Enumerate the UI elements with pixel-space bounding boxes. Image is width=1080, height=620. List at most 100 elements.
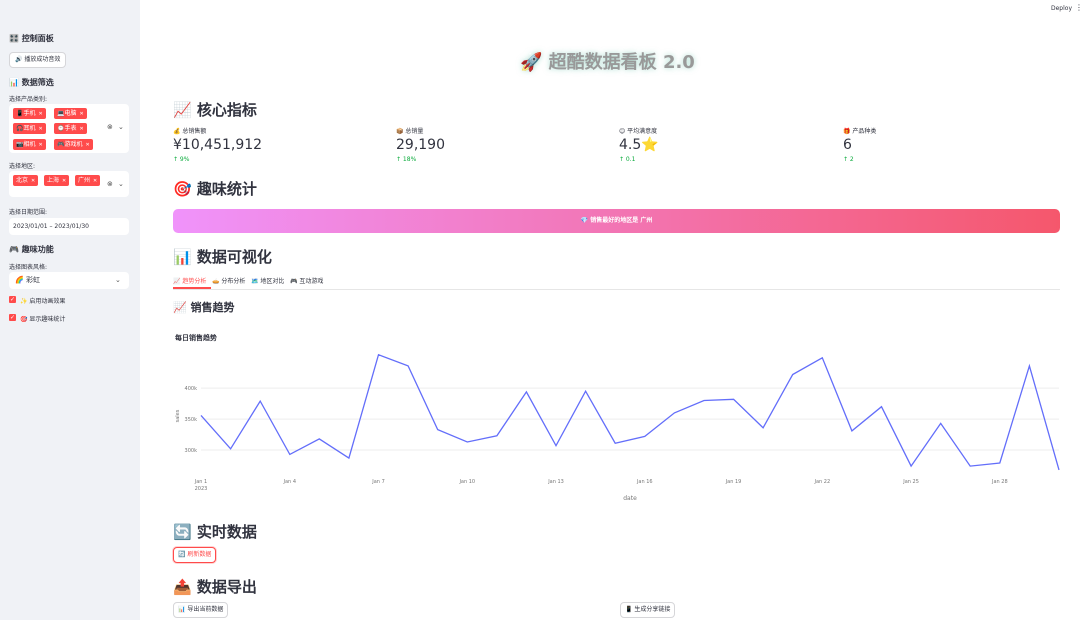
metric-label: 🎁 产品种类	[843, 128, 877, 135]
date-range-input[interactable]: 2023/01/01 – 2023/01/30	[9, 218, 129, 235]
x-tick-label: Jan 13	[547, 479, 564, 485]
category-tag-label: 💻电脑	[57, 110, 77, 117]
x-tick-label: Jan 22	[813, 479, 830, 485]
sales-trend-chart: 每日销售趋势 300k 350k 400k sales Jan 12023 Jan 4 Jan…	[175, 333, 1060, 502]
realtime-section-title: 🔄 实时数据	[173, 523, 257, 541]
metric-value: 6	[843, 137, 852, 153]
sidebar-title: 🎛️ 控制面板	[9, 34, 54, 43]
x-tick-label: Jan 10	[458, 479, 475, 485]
tab-distribution[interactable]: 🥧 分布分析	[212, 276, 245, 285]
chart-style-value: 🌈 彩虹	[15, 276, 40, 284]
chevron-down-icon[interactable]: ⌄	[115, 272, 121, 289]
region-tag-guangzhou[interactable]: 广州 ✕	[75, 175, 101, 186]
chart-title: 每日销售趋势	[175, 333, 217, 342]
category-tag-phone[interactable]: 📱手机 ✕	[13, 108, 46, 119]
clear-all-icon[interactable]: ⊗	[107, 123, 113, 131]
y-axis-label: sales	[175, 409, 181, 422]
metric-delta: ↑ 0.1	[619, 156, 636, 163]
close-icon[interactable]: ✕	[38, 111, 42, 117]
category-tag-label: 📷相机	[16, 141, 36, 148]
metric-label: 😊 平均满意度	[619, 128, 658, 135]
category-tag-camera[interactable]: 📷相机 ✕	[13, 139, 46, 150]
close-icon[interactable]: ✕	[93, 178, 97, 184]
x-tick-label: Jan 1	[194, 479, 207, 485]
more-vertical-icon[interactable]: ⋮	[1075, 3, 1080, 12]
main-content: Deploy ⋮ 🚀 超酷数据看板 2.0 📈 核心指标 💰 总销售额 ¥10,…	[140, 0, 1080, 620]
category-tag-label: ⌚手表	[57, 125, 77, 132]
metric-delta: ↑ 9%	[173, 156, 190, 163]
x-tick-label: Jan 28	[991, 479, 1008, 485]
close-icon[interactable]: ✕	[38, 142, 42, 148]
export-section-title: 📤 数据导出	[173, 578, 257, 596]
share-link-button[interactable]: 📱 生成分享链接	[620, 602, 676, 618]
fun-stats-checkbox-label: 🎯 显示趣味统计	[20, 316, 66, 323]
animation-checkbox[interactable]: ✓	[9, 296, 16, 303]
chevron-down-icon[interactable]: ⌄	[118, 180, 124, 188]
x-tick-label: Jan 4	[283, 479, 296, 485]
category-tag-computer[interactable]: 💻电脑 ✕	[54, 108, 87, 119]
tab-trend-analysis[interactable]: 📈 趋势分析	[173, 276, 206, 285]
category-tag-watch[interactable]: ⌚手表 ✕	[54, 123, 87, 134]
close-icon[interactable]: ✕	[38, 126, 42, 132]
tab-interactive-game[interactable]: 🎮 互动游戏	[290, 276, 323, 285]
region-tag-shanghai[interactable]: 上海 ✕	[44, 175, 70, 186]
date-range-label: 选择日期范围:	[9, 209, 48, 216]
tab-divider	[173, 289, 1060, 290]
y-tick-label: 350k	[185, 417, 198, 423]
region-tag-beijing[interactable]: 北京 ✕	[13, 175, 39, 186]
x-axis-label: date	[623, 495, 637, 502]
close-icon[interactable]: ✕	[31, 178, 35, 184]
metric-value: ¥10,451,912	[173, 137, 263, 153]
region-multiselect[interactable]: 北京 ✕ 上海 ✕ 广州 ✕ ⊗ ⌄	[9, 171, 129, 197]
category-tag-earphone[interactable]: 🎧耳机 ✕	[13, 123, 46, 134]
refresh-data-button[interactable]: 🔄 刷新数据	[173, 547, 217, 563]
metric-label: 💰 总销售额	[173, 128, 207, 135]
tab-region-compare[interactable]: 🗺️ 地区对比	[251, 276, 284, 285]
x-tick-sublabel: 2023	[195, 486, 208, 492]
fun-stats-title: 🎯 趣味统计	[173, 180, 257, 198]
x-tick-label: Jan 19	[725, 479, 742, 485]
chart-style-label: 选择图表风格:	[9, 264, 48, 271]
region-tag-label: 广州	[78, 177, 91, 184]
category-tag-console[interactable]: 🎮游戏机 ✕	[54, 139, 93, 150]
region-tag-label: 北京	[16, 177, 29, 184]
animation-checkbox-label: ✨ 启用动画效果	[20, 298, 66, 305]
play-sound-button[interactable]: 🔊 播放成功音效	[9, 52, 67, 68]
x-tick-label: Jan 25	[902, 479, 919, 485]
metric-total-volume: 📦 总销量 29,190 ↑ 18%	[396, 126, 445, 163]
chevron-down-icon[interactable]: ⌄	[118, 123, 124, 131]
filter-section-title: 📊 数据筛选	[9, 78, 54, 87]
x-tick-label: Jan 7	[371, 479, 384, 485]
export-data-button[interactable]: 📊 导出当前数据	[173, 602, 229, 618]
viz-section-title: 📊 数据可视化	[173, 248, 272, 266]
category-tag-label: 🎧耳机	[16, 125, 36, 132]
category-label: 选择产品类别:	[9, 96, 48, 103]
fun-section-title: 🎮 趣味功能	[9, 245, 54, 254]
metric-delta: ↑ 2	[843, 156, 854, 163]
metric-total-sales: 💰 总销售额 ¥10,451,912 ↑ 9%	[173, 126, 262, 163]
metric-label: 📦 总销量	[396, 128, 424, 135]
sales-line	[200, 353, 1060, 471]
deploy-button[interactable]: Deploy	[1051, 5, 1072, 12]
metric-product-types: 🎁 产品种类 6 ↑ 2	[843, 126, 876, 163]
metric-value: 4.5⭐	[619, 137, 659, 153]
y-tick-label: 300k	[185, 448, 198, 454]
category-multiselect[interactable]: 📱手机 ✕ 💻电脑 ✕ 🎧耳机 ✕ ⌚手表 ✕ 📷相机 ✕ 🎮游戏机 ✕ ⊗ ⌄	[9, 104, 129, 153]
metric-value: 29,190	[396, 137, 445, 153]
close-icon[interactable]: ✕	[62, 178, 66, 184]
category-tag-label: 🎮游戏机	[57, 141, 83, 148]
chart-style-select[interactable]: 🌈 彩虹 ⌄	[9, 272, 129, 289]
close-icon[interactable]: ✕	[79, 126, 83, 132]
region-label: 选择地区:	[9, 163, 36, 170]
best-region-banner: 💎 销售最好的地区是 广州	[173, 209, 1060, 233]
clear-all-icon[interactable]: ⊗	[107, 180, 113, 188]
fun-stats-checkbox[interactable]: ✓	[9, 314, 16, 321]
page-title: 🚀 超酷数据看板 2.0	[520, 52, 695, 73]
close-icon[interactable]: ✕	[85, 142, 89, 148]
close-icon[interactable]: ✕	[79, 111, 83, 117]
y-tick-label: 400k	[185, 386, 198, 392]
x-tick-label: Jan 16	[636, 479, 653, 485]
category-tag-label: 📱手机	[16, 110, 36, 117]
kpi-section-title: 📈 核心指标	[173, 101, 257, 119]
region-tag-label: 上海	[47, 177, 60, 184]
